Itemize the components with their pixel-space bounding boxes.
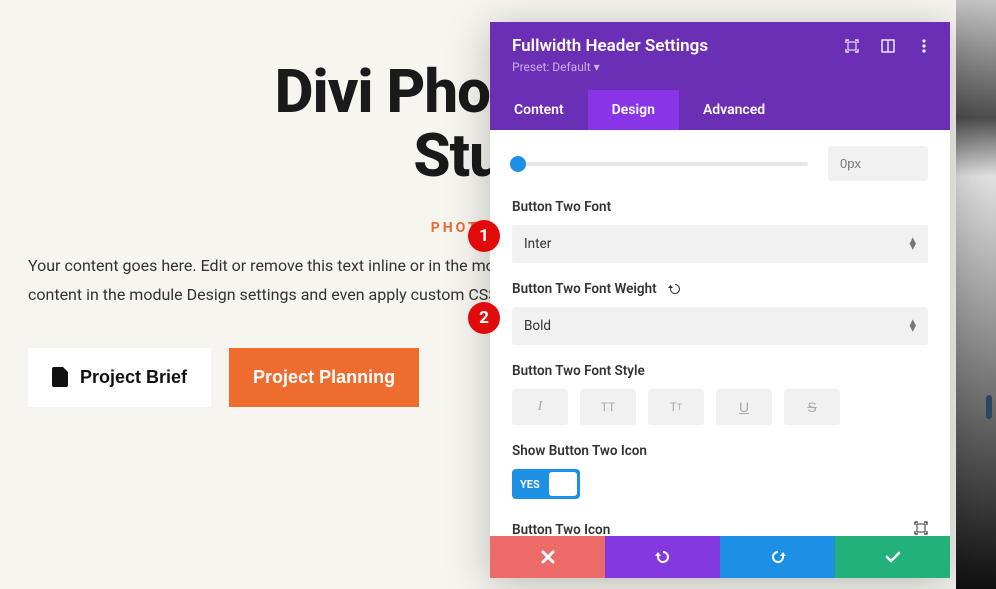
panel-tabs: Content Design Advanced — [490, 78, 950, 130]
columns-icon[interactable] — [880, 38, 896, 54]
expand-icon[interactable] — [914, 521, 928, 536]
font-weight-label: Button Two Font Weight — [512, 281, 928, 297]
letter-spacing-slider[interactable] — [512, 162, 808, 166]
font-weight-value: Bold — [524, 318, 551, 334]
callout-1: 1 — [468, 220, 500, 252]
project-planning-label: Project Planning — [253, 367, 395, 388]
preset-label[interactable]: Preset: Default ▾ — [512, 60, 932, 74]
toggle-label: YES — [520, 478, 540, 491]
font-label: Button Two Font — [512, 199, 928, 215]
document-icon — [52, 367, 70, 387]
show-icon-toggle[interactable]: YES — [512, 469, 580, 499]
slider-thumb[interactable] — [510, 156, 526, 172]
cancel-button[interactable] — [490, 536, 605, 578]
chevron-down-icon: ▾ — [594, 60, 600, 74]
updown-icon: ▴▾ — [909, 320, 916, 332]
tab-advanced[interactable]: Advanced — [679, 90, 789, 130]
button-icon-label: Button Two Icon — [512, 522, 610, 536]
panel-header: Fullwidth Header Settings Preset: Defaul… — [490, 22, 950, 78]
project-brief-label: Project Brief — [80, 367, 187, 388]
tab-design[interactable]: Design — [588, 90, 679, 130]
italic-button[interactable]: I — [512, 389, 568, 425]
smallcaps-button[interactable]: TT — [648, 389, 704, 425]
settings-panel: Fullwidth Header Settings Preset: Defaul… — [490, 22, 950, 578]
underline-button[interactable]: U — [716, 389, 772, 425]
scroll-handle[interactable] — [986, 395, 992, 419]
letter-spacing-value[interactable] — [828, 146, 928, 181]
uppercase-button[interactable]: TT — [580, 389, 636, 425]
tab-content[interactable]: Content — [490, 90, 588, 130]
show-icon-label: Show Button Two Icon — [512, 443, 928, 459]
updown-icon: ▴▾ — [909, 238, 916, 250]
undo-button[interactable] — [605, 536, 720, 578]
project-planning-button[interactable]: Project Planning — [229, 348, 419, 407]
font-style-label: Button Two Font Style — [512, 363, 928, 379]
strikethrough-button[interactable]: S — [784, 389, 840, 425]
redo-button[interactable] — [720, 536, 835, 578]
project-brief-button[interactable]: Project Brief — [28, 348, 211, 407]
save-button[interactable] — [835, 536, 950, 578]
letter-spacing-row — [512, 146, 928, 181]
font-weight-select[interactable]: Bold ▴▾ — [512, 307, 928, 345]
reset-icon[interactable] — [667, 281, 683, 297]
more-icon[interactable] — [916, 38, 932, 54]
expand-icon[interactable] — [844, 38, 860, 54]
toggle-knob — [549, 472, 577, 496]
font-value: Inter — [524, 236, 551, 252]
button-icon-label-row: Button Two Icon — [512, 521, 928, 536]
panel-title: Fullwidth Header Settings — [512, 36, 708, 56]
font-select[interactable]: Inter ▴▾ — [512, 225, 928, 263]
callout-2: 2 — [468, 302, 500, 334]
panel-body[interactable]: Button Two Font Inter ▴▾ Button Two Font… — [490, 130, 950, 536]
font-style-buttons: I TT TT U S — [512, 389, 928, 425]
panel-action-bar — [490, 536, 950, 578]
